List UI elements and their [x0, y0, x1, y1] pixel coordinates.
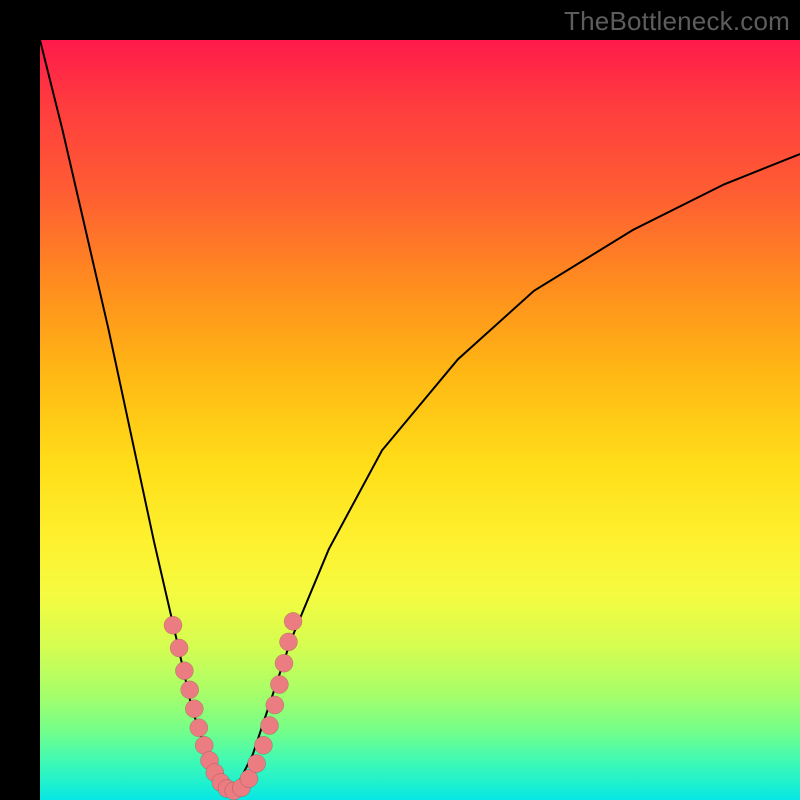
marker-dot: [201, 752, 219, 770]
marker-dot: [225, 782, 243, 800]
marker-dot: [181, 681, 199, 699]
marker-dot: [164, 616, 182, 634]
marker-dot: [261, 717, 279, 735]
marker-dot: [232, 779, 250, 797]
marker-dot: [195, 736, 213, 754]
bottleneck-curve: [40, 40, 800, 792]
marker-dot: [248, 755, 266, 773]
marker-dot: [275, 654, 293, 672]
marker-dot: [212, 774, 230, 792]
marker-dot: [284, 612, 302, 630]
marker-dot: [270, 676, 288, 694]
marker-dot: [266, 696, 284, 714]
marker-dot: [206, 764, 224, 782]
marker-dot: [185, 700, 203, 718]
marker-dot: [170, 639, 188, 657]
marker-dot: [280, 633, 298, 651]
plot-area: [40, 40, 800, 800]
watermark-text: TheBottleneck.com: [564, 6, 790, 37]
marker-dot: [175, 662, 193, 680]
chart-frame: TheBottleneck.com: [0, 0, 800, 800]
marker-dot: [218, 780, 236, 798]
marker-dot: [254, 736, 272, 754]
marker-dot: [190, 719, 208, 737]
marker-group: [164, 612, 302, 800]
curve-layer: [40, 40, 800, 800]
marker-dot: [240, 770, 258, 788]
